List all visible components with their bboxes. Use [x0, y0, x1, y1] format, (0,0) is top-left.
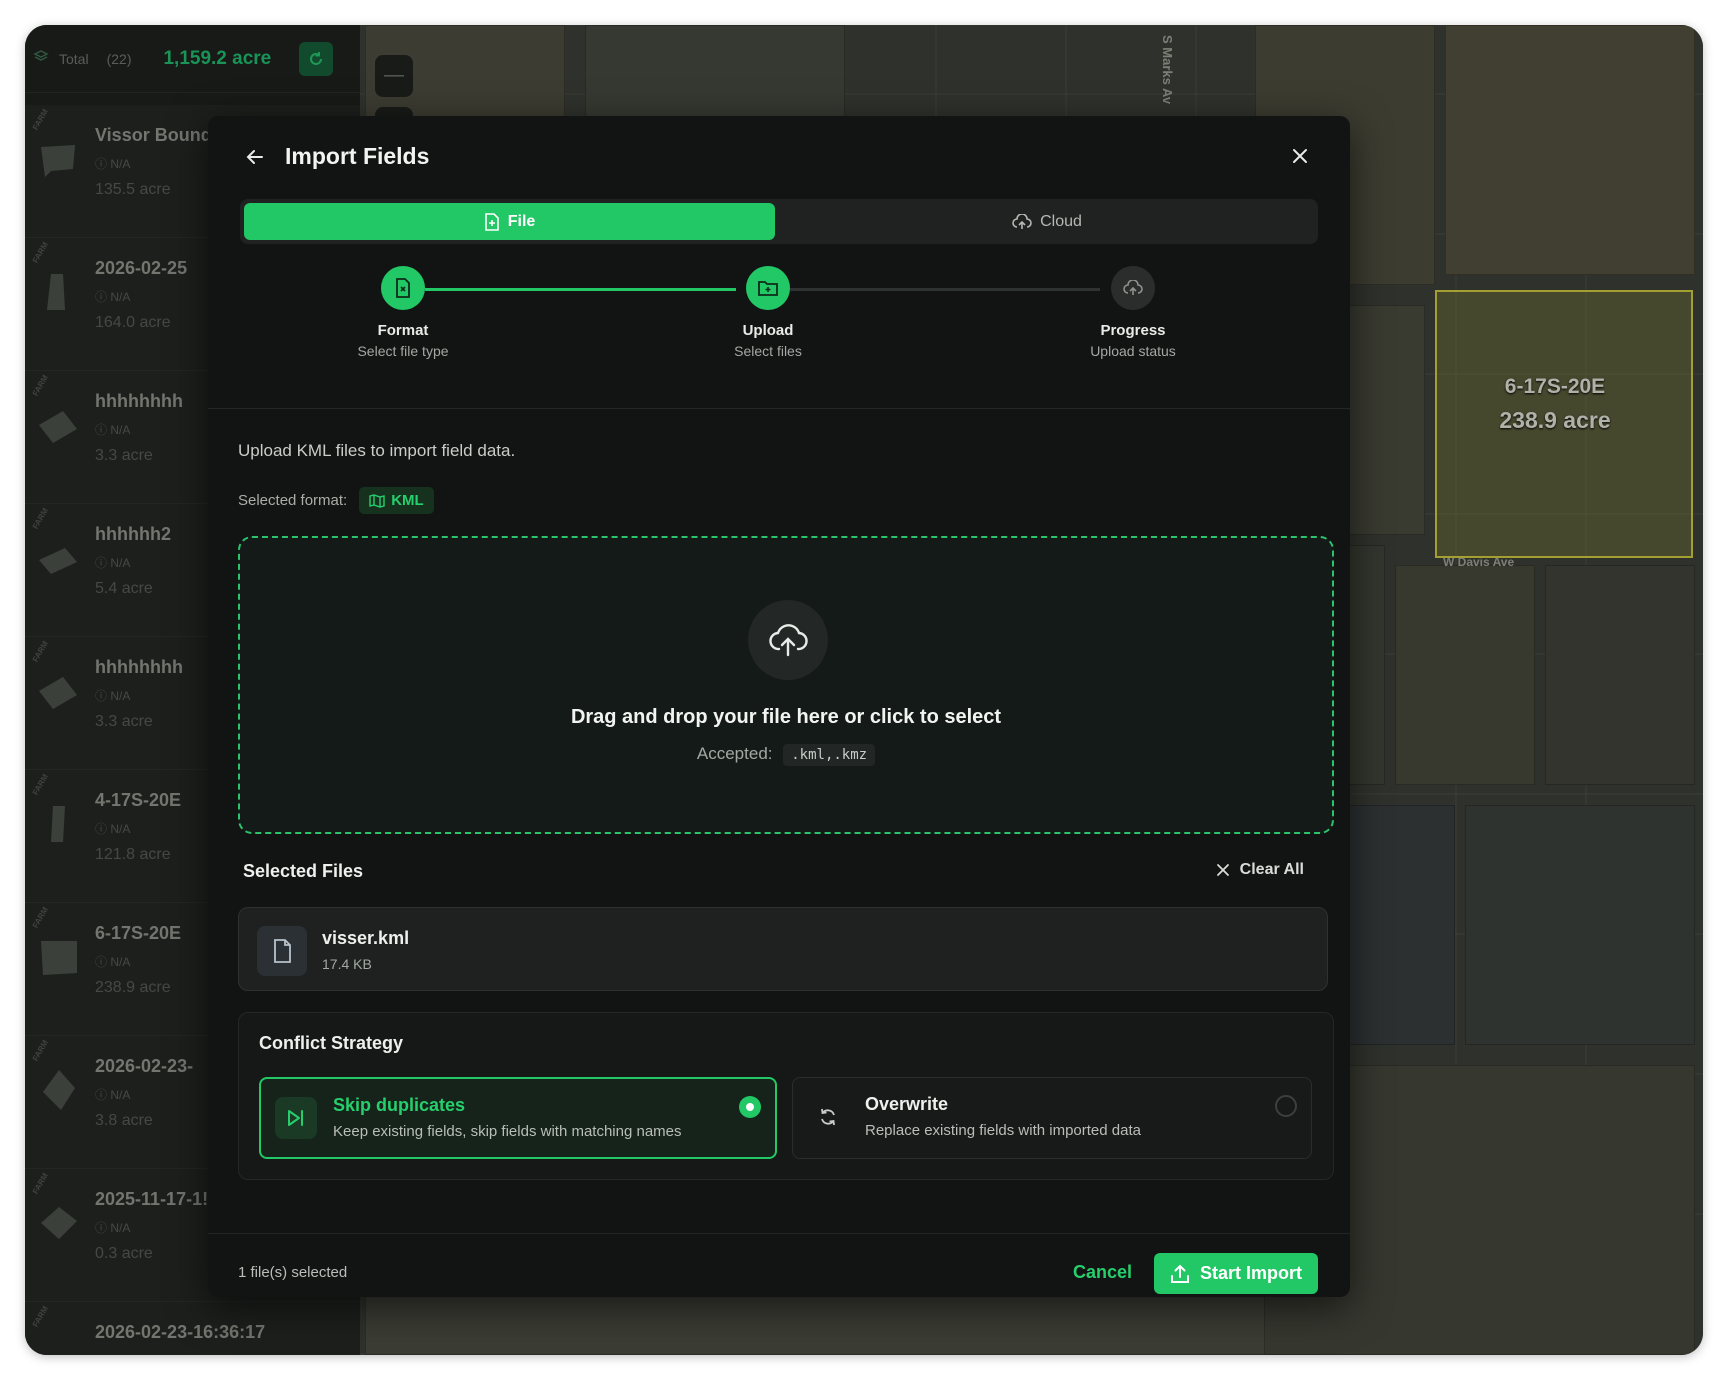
tab-file[interactable]: File: [244, 203, 775, 240]
selected-count: 1 file(s) selected: [238, 1264, 348, 1281]
selected-file-item: visser.kml 17.4 KB: [238, 907, 1328, 991]
step-sublabel: Select file type: [357, 343, 449, 359]
option-title: Skip duplicates: [333, 1095, 466, 1115]
conflict-title: Conflict Strategy: [259, 1033, 404, 1053]
step-sublabel: Upload status: [1090, 343, 1176, 359]
map-icon: [369, 493, 385, 508]
file-name: visser.kml: [322, 928, 410, 948]
divider: [208, 408, 1350, 409]
option-overwrite[interactable]: Overwrite Replace existing fields with i…: [792, 1077, 1312, 1159]
skip-forward-icon: [275, 1097, 317, 1139]
close-icon: [1216, 864, 1229, 876]
step-format-indicator: [381, 266, 425, 310]
upload-icon: [1170, 1264, 1189, 1283]
cancel-button[interactable]: Cancel: [1073, 1253, 1132, 1292]
dialog-footer: 1 file(s) selected Cancel Start Import: [208, 1233, 1350, 1297]
tab-file-label: File: [507, 212, 536, 230]
back-button[interactable]: [244, 146, 266, 168]
folder-icon: [758, 281, 778, 296]
import-fields-dialog: Import Fields File Cloud Format Select f…: [208, 116, 1350, 1297]
tab-cloud[interactable]: Cloud: [780, 203, 1314, 240]
selected-format-row: Selected format: KML: [238, 487, 434, 514]
step-upload-indicator: [746, 266, 790, 310]
radio-unselected[interactable]: [1275, 1095, 1297, 1117]
source-tabs: File Cloud: [240, 199, 1318, 244]
accepted-extensions: .kml,.kmz: [783, 744, 876, 766]
file-size: 17.4 KB: [322, 956, 372, 972]
option-description: Keep existing fields, skip fields with m…: [333, 1123, 682, 1140]
cloud-icon: [1012, 213, 1032, 229]
option-description: Replace existing fields with imported da…: [865, 1122, 1141, 1139]
clear-all-label: Clear All: [1239, 861, 1304, 878]
step-sublabel: Select files: [734, 343, 802, 359]
cloud-upload-icon: [1123, 280, 1143, 295]
step-progress: Progress Upload status: [1033, 266, 1233, 359]
upload-instructions: Upload KML files to import field data.: [238, 441, 516, 460]
clear-all-button[interactable]: Clear All: [1216, 861, 1304, 879]
close-button[interactable]: [1290, 146, 1310, 166]
selected-files-title: Selected Files: [243, 861, 364, 881]
format-value: KML: [391, 492, 424, 509]
dialog-header: Import Fields: [208, 116, 1350, 186]
radio-selected[interactable]: [739, 1096, 761, 1118]
dropzone-title: Drag and drop your file here or click to…: [570, 706, 1002, 728]
step-label: Format: [377, 322, 429, 339]
import-stepper: Format Select file type Upload Select fi…: [208, 266, 1350, 366]
step-label: Upload: [742, 322, 794, 339]
file-icon: [484, 212, 499, 231]
accepted-label: Accepted:: [696, 744, 773, 763]
step-progress-indicator: [1111, 266, 1155, 310]
option-title: Overwrite: [865, 1094, 949, 1114]
refresh-icon: [807, 1096, 849, 1138]
conflict-strategy: Conflict Strategy Skip duplicates Keep e…: [238, 1012, 1334, 1180]
dialog-title: Import Fields: [285, 143, 430, 169]
dropzone-accepted: Accepted: .kml,.kmz: [240, 744, 1332, 766]
file-icon: [396, 278, 410, 298]
upload-cloud-icon: [748, 600, 828, 680]
file-dropzone[interactable]: Drag and drop your file here or click to…: [238, 536, 1334, 834]
arrow-left-icon: [246, 150, 263, 164]
step-upload: Upload Select files: [668, 266, 868, 359]
app-window: S Marks Av W Davis Ave 6-17S-20E 238.9 a…: [25, 25, 1703, 1355]
document-icon: [257, 926, 307, 976]
format-badge: KML: [359, 487, 434, 514]
step-format: Format Select file type: [303, 266, 503, 359]
start-import-label: Start Import: [1199, 1263, 1302, 1283]
close-icon: [1293, 149, 1307, 163]
tab-cloud-label: Cloud: [1040, 212, 1082, 230]
option-skip-duplicates[interactable]: Skip duplicates Keep existing fields, sk…: [259, 1077, 777, 1159]
step-label: Progress: [1100, 322, 1166, 339]
format-label: Selected format:: [238, 492, 348, 509]
start-import-button[interactable]: Start Import: [1154, 1253, 1318, 1294]
